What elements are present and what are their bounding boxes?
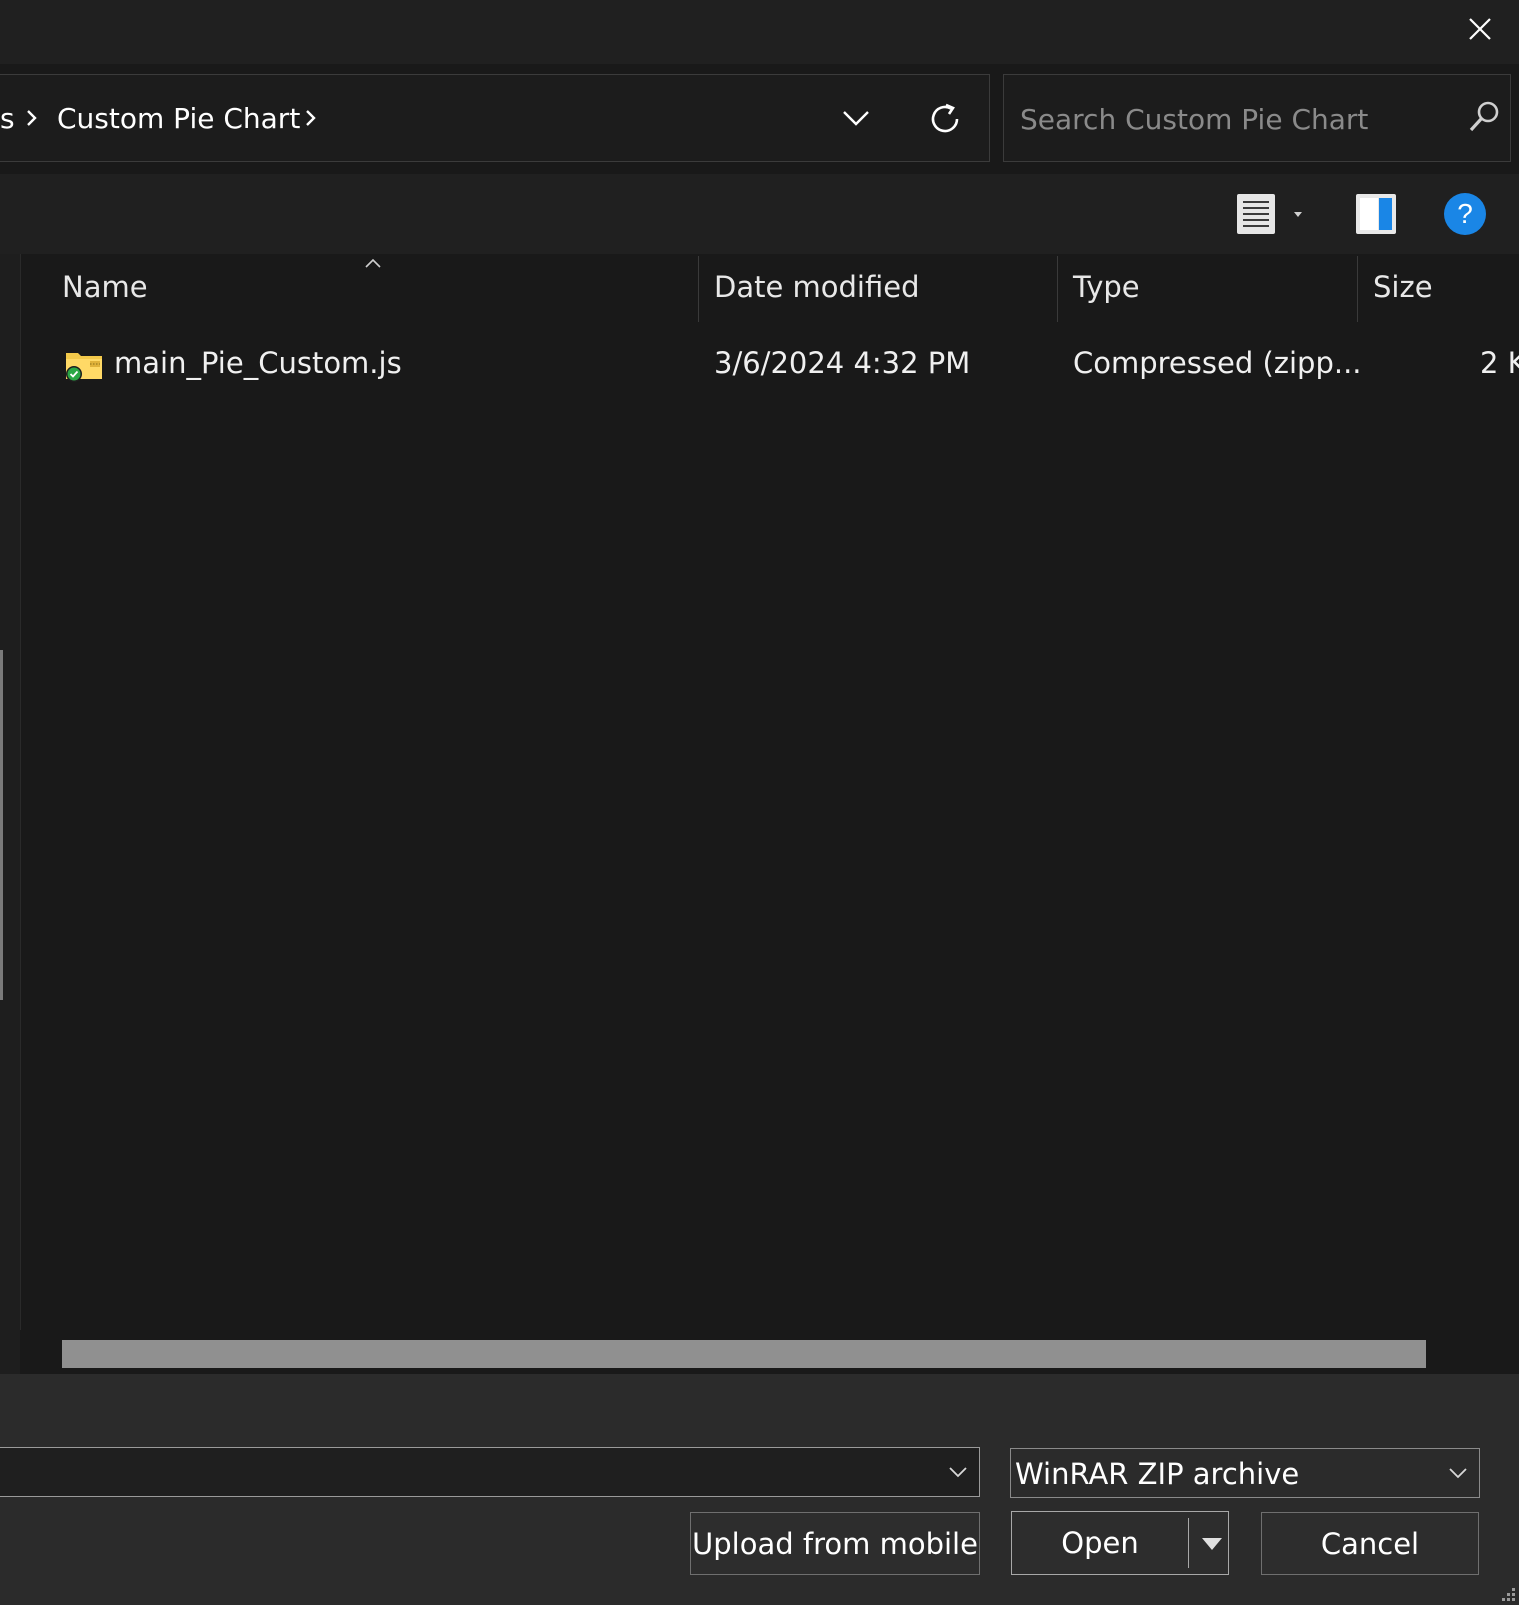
file-type-select[interactable]: WinRAR ZIP archive	[1010, 1448, 1480, 1498]
file-size: 2 K	[1480, 346, 1519, 380]
close-icon	[1469, 18, 1491, 40]
column-header-name[interactable]: Name	[62, 270, 148, 304]
column-divider[interactable]	[1057, 256, 1058, 322]
breadcrumb-item-current[interactable]: Custom Pie Chart	[57, 102, 300, 135]
chevron-down-icon	[843, 111, 869, 126]
upload-from-mobile-button[interactable]: Upload from mobile	[690, 1512, 980, 1575]
sort-ascending-icon	[365, 258, 381, 268]
navigation-pane-edge	[0, 254, 21, 1374]
column-header-size[interactable]: Size	[1373, 270, 1433, 304]
search-icon[interactable]	[1466, 99, 1502, 135]
breadcrumb-chevron-icon[interactable]	[301, 104, 321, 132]
open-button-group: Open	[1011, 1511, 1229, 1575]
title-bar	[0, 0, 1519, 64]
zip-folder-icon	[66, 353, 102, 382]
breadcrumb-chevron-icon[interactable]	[22, 104, 42, 132]
column-divider[interactable]	[1357, 256, 1358, 322]
file-type-selected: WinRAR ZIP archive	[1015, 1457, 1300, 1491]
column-header-date-modified[interactable]: Date modified	[714, 270, 920, 304]
file-type: Compressed (zipp...	[1073, 346, 1362, 380]
change-view-button[interactable]	[1234, 192, 1278, 236]
navigation-pane-scrollbar[interactable]	[0, 650, 3, 1000]
resize-grip-icon[interactable]	[1496, 1584, 1516, 1604]
refresh-button[interactable]	[922, 96, 968, 142]
preview-pane-icon	[1356, 194, 1396, 234]
refresh-icon	[931, 103, 959, 133]
help-icon: ?	[1457, 198, 1473, 229]
column-header-type[interactable]: Type	[1073, 270, 1140, 304]
open-options-dropdown-icon[interactable]	[1200, 1536, 1224, 1552]
caret-down-icon	[1294, 212, 1302, 217]
file-name[interactable]: main_Pie_Custom.js	[114, 346, 402, 380]
details-view-icon	[1237, 194, 1275, 234]
view-options-dropdown[interactable]	[1290, 206, 1306, 222]
open-button[interactable]: Open	[1012, 1512, 1188, 1574]
help-button[interactable]: ?	[1444, 193, 1486, 235]
search-box	[1003, 74, 1511, 162]
preview-pane-button[interactable]	[1354, 192, 1398, 236]
file-name-dropdown-icon[interactable]	[944, 1460, 972, 1484]
chevron-down-icon	[1449, 1468, 1467, 1479]
address-history-dropdown[interactable]	[836, 98, 876, 138]
file-date-modified: 3/6/2024 4:32 PM	[714, 346, 971, 380]
cancel-button[interactable]: Cancel	[1261, 1512, 1479, 1575]
search-input[interactable]	[1018, 93, 1452, 145]
open-split-divider	[1188, 1518, 1189, 1568]
horizontal-scrollbar-thumb[interactable]	[62, 1340, 1426, 1368]
file-name-input[interactable]	[0, 1447, 980, 1497]
breadcrumb-item-truncated[interactable]: s	[0, 102, 15, 135]
close-button[interactable]	[1450, 6, 1510, 52]
column-divider[interactable]	[698, 256, 699, 322]
